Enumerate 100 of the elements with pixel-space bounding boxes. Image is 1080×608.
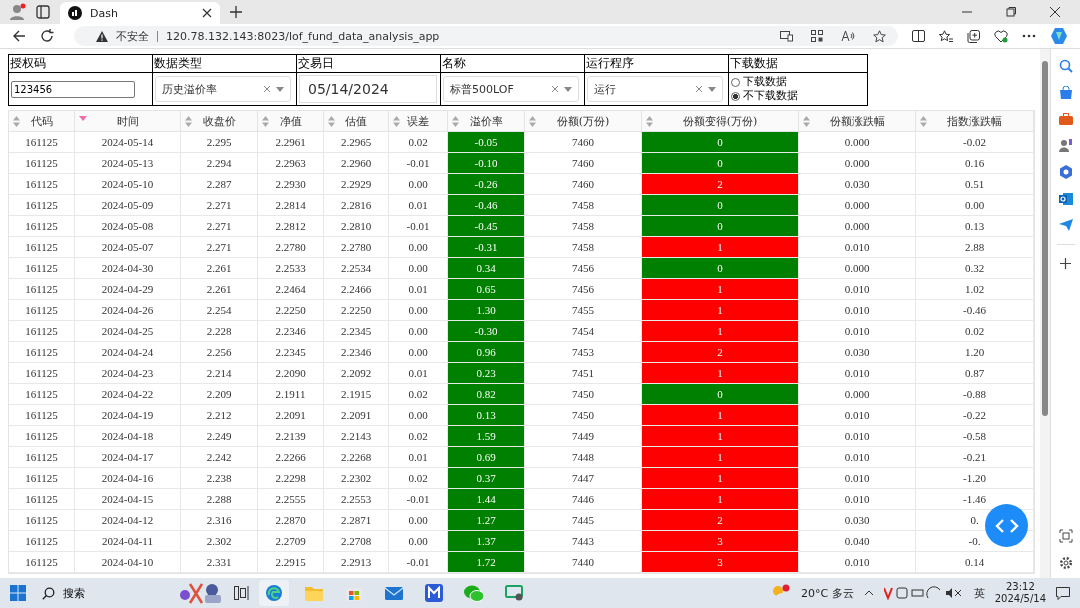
table-cell: 2.2930 (258, 174, 324, 195)
chevron-up-icon[interactable] (863, 590, 874, 596)
sort-icon[interactable] (328, 116, 335, 127)
column-header[interactable]: 份额涨跌幅 (799, 111, 916, 132)
caret-down-icon[interactable] (276, 86, 284, 92)
navigation-button[interactable] (985, 504, 1028, 547)
star-icon[interactable] (873, 29, 886, 43)
column-header[interactable]: 净值 (258, 111, 324, 132)
date-picker[interactable]: 05/14/2024 (299, 75, 437, 103)
table-cell: 0.82 (448, 384, 525, 405)
collections-icon[interactable] (967, 29, 980, 43)
sort-icon[interactable] (452, 116, 459, 127)
radio-option[interactable]: 下载数据 (731, 75, 787, 89)
table-cell: -0.46 (916, 300, 1034, 321)
screenshot-icon[interactable] (1058, 529, 1073, 543)
caret-down-icon[interactable] (708, 86, 716, 92)
sort-icon[interactable] (646, 116, 653, 127)
tray-icons-drawing[interactable] (883, 586, 964, 600)
sort-icon[interactable] (262, 116, 269, 127)
table-cell: 2.2092 (324, 363, 389, 384)
address-field[interactable]: 不安全 120.78.132.143:8023/lof_fund_data_analysis_app (74, 26, 898, 46)
column-header[interactable]: 代码 (9, 111, 75, 132)
new-tab-icon[interactable] (230, 6, 242, 18)
column-header[interactable]: 指数涨跌幅 (916, 111, 1034, 132)
close-icon[interactable] (1050, 7, 1060, 17)
more-icon[interactable] (1022, 34, 1036, 38)
restore-icon[interactable] (1006, 7, 1016, 17)
favorites-icon[interactable] (939, 29, 953, 43)
back-icon[interactable] (12, 29, 26, 43)
run-dropdown[interactable]: 运行 (587, 76, 723, 102)
taskbar-search[interactable]: 搜索 (36, 585, 168, 601)
clock[interactable]: 23:12 2024/5/14 (994, 581, 1046, 605)
column-header[interactable]: 份额(万份) (525, 111, 642, 132)
close-icon[interactable] (202, 8, 212, 18)
windows-start-icon[interactable] (10, 585, 26, 601)
search-icon[interactable] (1058, 59, 1073, 73)
ime-indicator[interactable]: 英 (973, 585, 985, 601)
send-icon[interactable] (1058, 219, 1073, 231)
sort-icon[interactable] (803, 116, 810, 127)
table-cell: 0 (642, 384, 799, 405)
edge-taskbar-button[interactable] (259, 580, 289, 606)
settings-icon[interactable] (1058, 556, 1073, 570)
table-cell: 2024-05-07 (75, 237, 181, 258)
column-header[interactable]: 时间 (75, 111, 181, 132)
clear-icon[interactable] (551, 85, 559, 93)
toolbox-icon[interactable] (1058, 113, 1073, 125)
table-cell: 1.72 (448, 552, 525, 573)
table-cell: 0.13 (448, 405, 525, 426)
people-icon[interactable] (1058, 138, 1073, 152)
clear-icon[interactable] (263, 85, 271, 93)
clear-icon[interactable] (695, 85, 703, 93)
radio-option[interactable]: 不下载数据 (731, 89, 798, 103)
split-screen-icon[interactable] (912, 30, 925, 42)
fund-name-dropdown[interactable]: 标普500LOF (443, 76, 579, 102)
weather-text[interactable]: 20°C 多云 (801, 585, 854, 601)
folder-icon (305, 585, 323, 601)
table-cell: 0.030 (799, 174, 916, 195)
column-header[interactable]: 误差 (389, 111, 448, 132)
browser-tab[interactable]: Dash (60, 2, 220, 24)
search-highlight-icon[interactable] (178, 581, 224, 605)
table-cell: -0.05 (448, 132, 525, 153)
table-cell: -0.88 (916, 384, 1034, 405)
table-cell: 2024-04-10 (75, 552, 181, 573)
table-cell: 2.287 (181, 174, 258, 195)
column-header[interactable]: 估值 (324, 111, 389, 132)
sort-icon[interactable] (13, 116, 20, 127)
outlook-icon[interactable] (1058, 192, 1073, 206)
add-icon[interactable] (1060, 258, 1071, 269)
tab-actions-icon[interactable] (36, 5, 50, 19)
grid-icon[interactable] (811, 30, 823, 42)
notification-icon[interactable] (1056, 586, 1070, 600)
sort-icon[interactable] (529, 116, 536, 127)
profile-icon[interactable] (8, 3, 26, 21)
office-icon[interactable] (1058, 165, 1073, 179)
table-cell: 2.2810 (324, 216, 389, 237)
table-cell: 2.2143 (324, 426, 389, 447)
data-type-dropdown[interactable]: 历史溢价率 (155, 76, 291, 102)
table-cell: 2024-05-13 (75, 153, 181, 174)
shopping-bag-icon[interactable] (1058, 86, 1073, 100)
sort-icon[interactable] (393, 116, 400, 127)
table-cell: 0.010 (799, 447, 916, 468)
table-cell: 0.010 (799, 279, 916, 300)
table-cell: 0.13 (916, 216, 1034, 237)
table-cell: 1 (642, 468, 799, 489)
read-aloud-icon[interactable] (841, 30, 855, 42)
sort-icon[interactable] (185, 116, 192, 127)
sort-desc-icon[interactable] (79, 116, 87, 121)
table-cell: 2.242 (181, 447, 258, 468)
copilot-icon[interactable] (1050, 27, 1068, 45)
auth-code-field[interactable]: 123456 (11, 80, 135, 98)
app-available-icon[interactable] (780, 30, 793, 42)
table-cell: 2024-04-22 (75, 384, 181, 405)
refresh-icon[interactable] (40, 29, 54, 43)
scrollbar-thumb[interactable] (1042, 61, 1048, 416)
sort-icon[interactable] (920, 116, 927, 127)
heart-pulse-icon[interactable] (994, 29, 1008, 43)
table-cell: 2.2346 (324, 342, 389, 363)
column-header[interactable]: 收盘价 (181, 111, 258, 132)
caret-down-icon[interactable] (564, 86, 572, 92)
task-view-icon[interactable] (234, 586, 249, 600)
